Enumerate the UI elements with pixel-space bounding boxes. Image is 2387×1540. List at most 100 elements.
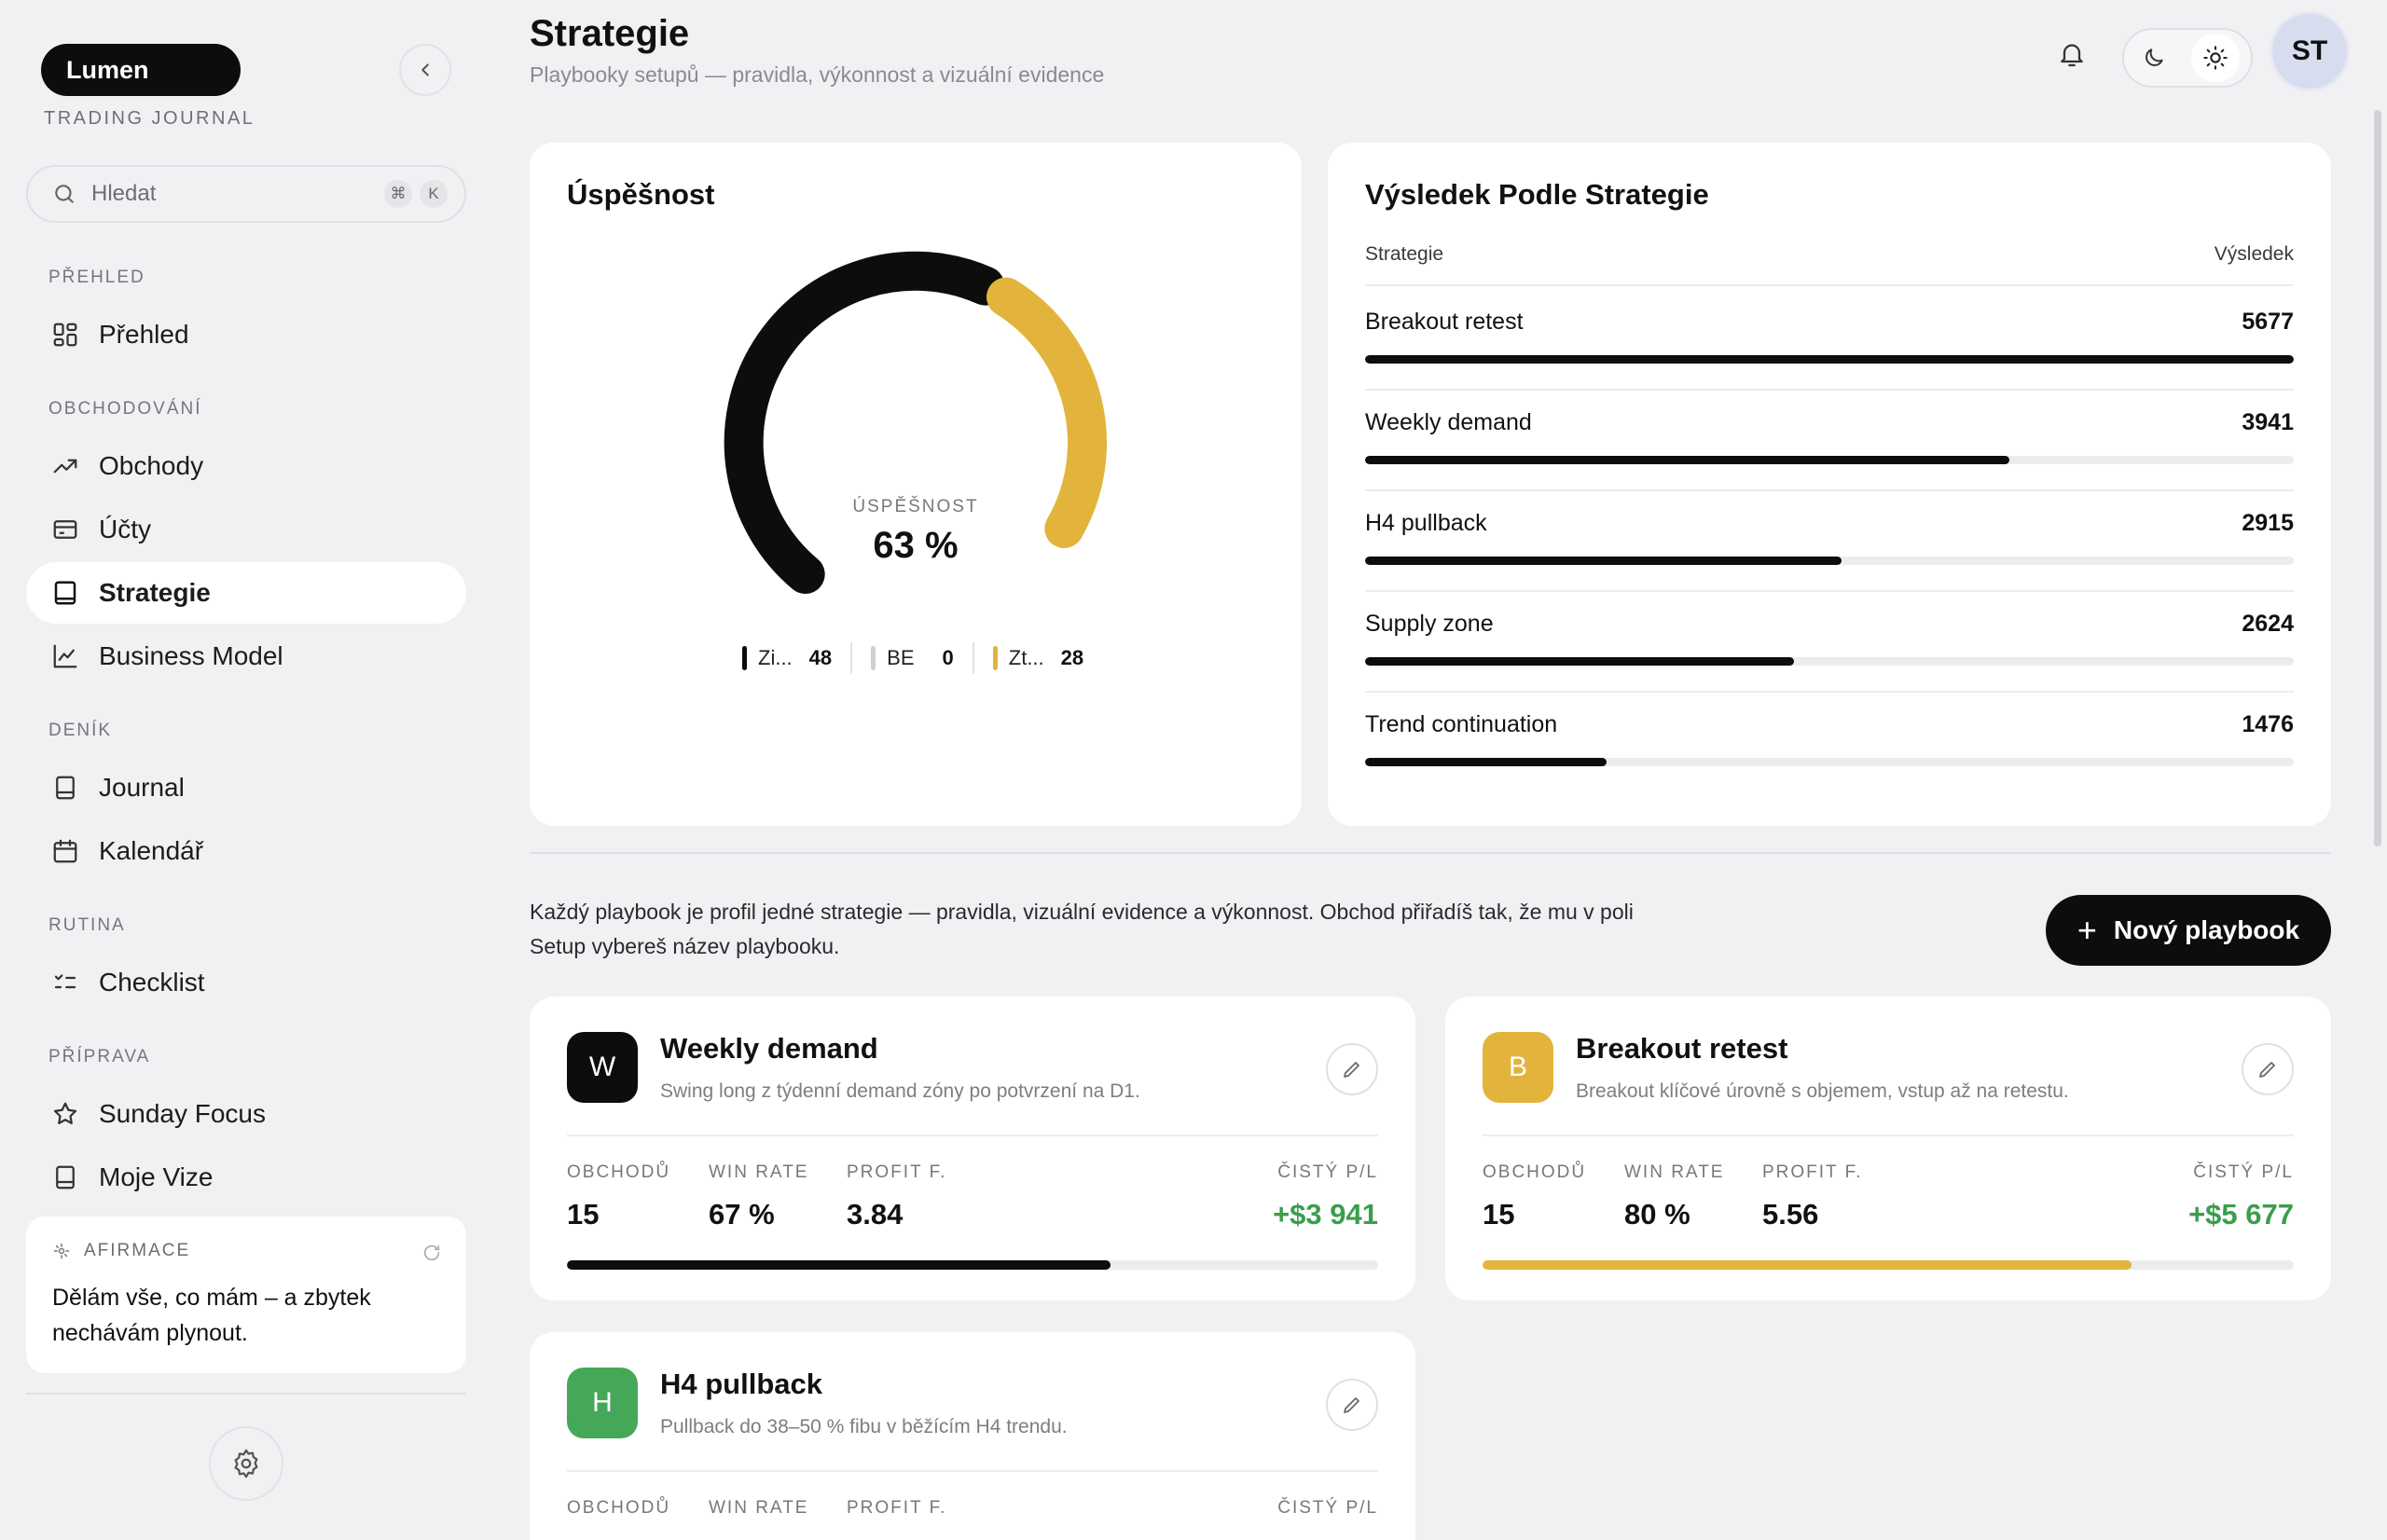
sidebar-item-kalendar[interactable]: Kalendář xyxy=(26,820,466,882)
result-row[interactable]: Weekly demand 3941 xyxy=(1365,391,2294,491)
stat-win-rate: WIN RATE 67 % xyxy=(709,1162,808,1231)
stat-label: WIN RATE xyxy=(709,1498,809,1518)
sidebar-item-sunday-focus[interactable]: Sunday Focus xyxy=(26,1083,466,1145)
sidebar-item-strategie[interactable]: Strategie xyxy=(26,562,466,624)
star-icon xyxy=(48,1097,82,1131)
playbook-badge: W xyxy=(567,1032,638,1103)
sidebar-item-label: Kalendář xyxy=(99,836,204,865)
user-avatar[interactable]: ST xyxy=(2270,11,2350,91)
results-table-header: Strategie Výsledek xyxy=(1365,243,2294,286)
stat-label: OBCHODŮ xyxy=(567,1162,671,1182)
stat-net-pl: ČISTÝ P/L xyxy=(1277,1498,1378,1519)
gauge-legend: Zi... 48 BE 0 Zt... 28 xyxy=(742,642,1083,674)
sidebar-item-prehled[interactable]: Přehled xyxy=(26,304,466,365)
sidebar-item-ucty[interactable]: Účty xyxy=(26,499,466,560)
card-divider xyxy=(567,1134,1378,1136)
new-playbook-button[interactable]: + Nový playbook xyxy=(2046,895,2331,966)
section-divider xyxy=(530,852,2331,854)
refresh-affirmation-button[interactable] xyxy=(421,1243,442,1263)
sidebar-item-business-model[interactable]: Business Model xyxy=(26,626,466,687)
moon-icon xyxy=(2146,48,2163,66)
strategy-name: Trend continuation xyxy=(1365,711,1558,737)
win-rate-bar-track xyxy=(1483,1260,2294,1270)
playbook-card-h4-pullback[interactable]: H H4 pullback Pullback do 38–50 % fibu v… xyxy=(530,1332,1415,1540)
results-by-strategy-card: Výsledek Podle Strategie Strategie Výsle… xyxy=(1328,143,2331,826)
stat-label: PROFIT F. xyxy=(1762,1162,1863,1182)
playbook-badge: B xyxy=(1483,1032,1553,1103)
sidebar-divider xyxy=(26,1393,466,1395)
sidebar-item-checklist[interactable]: Checklist xyxy=(26,952,466,1013)
result-bar xyxy=(1365,456,2010,464)
sidebar-item-label: Sunday Focus xyxy=(99,1099,266,1128)
stat-value: 15 xyxy=(1483,1198,1515,1231)
pencil-icon xyxy=(2259,1062,2275,1078)
sparkle-icon xyxy=(53,1243,70,1259)
gauge-win-arc xyxy=(987,277,1107,548)
legend-divider xyxy=(850,642,853,674)
sidebar: Lumen TRADING JOURNAL Hledat ⌘ K PŘEHLED… xyxy=(0,0,492,1540)
app-logo[interactable]: Lumen xyxy=(41,44,241,96)
strategy-name: Weekly demand xyxy=(1365,409,1532,435)
edit-playbook-button[interactable] xyxy=(2242,1043,2294,1095)
notifications-button[interactable] xyxy=(2049,32,2094,76)
card-divider xyxy=(567,1470,1378,1472)
section-label-rutina: RUTINA xyxy=(48,915,126,935)
legend-swatch xyxy=(742,646,747,670)
bell-icon xyxy=(2061,44,2083,67)
stat-label: WIN RATE xyxy=(709,1162,809,1182)
result-bar xyxy=(1365,557,1842,565)
checklist-icon xyxy=(48,966,82,999)
playbook-card-breakout-retest[interactable]: B Breakout retest Breakout klíčové úrovn… xyxy=(1445,997,2331,1300)
sidebar-item-label: Moje Vize xyxy=(99,1162,214,1191)
sidebar-item-moje-vize[interactable]: Moje Vize xyxy=(26,1147,466,1208)
dark-mode-button[interactable] xyxy=(2130,34,2178,82)
sidebar-item-obchody[interactable]: Obchody xyxy=(26,435,466,497)
stat-value: 5.56 xyxy=(1762,1198,1819,1231)
result-row[interactable]: Breakout retest 5677 xyxy=(1365,290,2294,391)
affirmation-text: Dělám vše, co mám – a zbytek nechávám pl… xyxy=(52,1285,371,1346)
sidebar-item-label: Účty xyxy=(99,515,151,543)
shortcut-cmd-key: ⌘ xyxy=(384,180,412,208)
strategy-name: H4 pullback xyxy=(1365,510,1487,536)
playbook-name: Breakout retest xyxy=(1576,1032,1788,1065)
edit-playbook-button[interactable] xyxy=(1326,1379,1378,1431)
collapse-sidebar-button[interactable] xyxy=(399,44,451,96)
strategy-name: Breakout retest xyxy=(1365,309,1524,335)
strategy-name: Supply zone xyxy=(1365,611,1494,637)
new-playbook-label: Nový playbook xyxy=(2113,915,2300,944)
result-row[interactable]: Supply zone 2624 xyxy=(1365,592,2294,693)
card-title: Úspěšnost xyxy=(567,178,715,211)
notebook-icon xyxy=(48,1161,82,1194)
win-rate-bar xyxy=(567,1260,1111,1270)
stat-trades: OBCHODŮ 15 xyxy=(1483,1162,1586,1231)
result-bar-track xyxy=(1365,557,2294,565)
sidebar-item-label: Journal xyxy=(99,773,185,802)
gauge-value: 63 % xyxy=(873,525,959,566)
theme-toggle[interactable] xyxy=(2122,28,2253,88)
light-mode-button[interactable] xyxy=(2191,34,2240,82)
result-row[interactable]: H4 pullback 2915 xyxy=(1365,491,2294,592)
stat-label: PROFIT F. xyxy=(847,1162,947,1182)
app-subtitle: TRADING JOURNAL xyxy=(44,108,255,129)
settings-button[interactable] xyxy=(209,1426,283,1501)
sidebar-item-journal[interactable]: Journal xyxy=(26,757,466,818)
strategy-result: 2915 xyxy=(2242,510,2294,536)
legend-value: 48 xyxy=(808,646,833,669)
result-bar-track xyxy=(1365,456,2294,464)
legend-item-breakeven: BE 0 xyxy=(871,646,954,670)
page-scrollbar[interactable] xyxy=(2374,110,2381,846)
win-rate-bar-track xyxy=(567,1260,1378,1270)
result-row[interactable]: Trend continuation 1476 xyxy=(1365,693,2294,793)
refresh-icon xyxy=(423,1244,440,1261)
legend-item-losses: Zt... 28 xyxy=(992,646,1083,670)
result-bar-track xyxy=(1365,758,2294,766)
search-input[interactable]: Hledat ⌘ K xyxy=(26,165,466,223)
sidebar-item-label: Přehled xyxy=(99,320,189,349)
calendar-icon xyxy=(48,834,82,868)
stat-value: 3.84 xyxy=(847,1198,904,1231)
edit-playbook-button[interactable] xyxy=(1326,1043,1378,1095)
gear-icon xyxy=(234,1449,258,1478)
stat-value: +$3 941 xyxy=(1273,1198,1378,1231)
grid-icon xyxy=(48,318,82,351)
playbook-card-weekly-demand[interactable]: W Weekly demand Swing long z týdenní dem… xyxy=(530,997,1415,1300)
